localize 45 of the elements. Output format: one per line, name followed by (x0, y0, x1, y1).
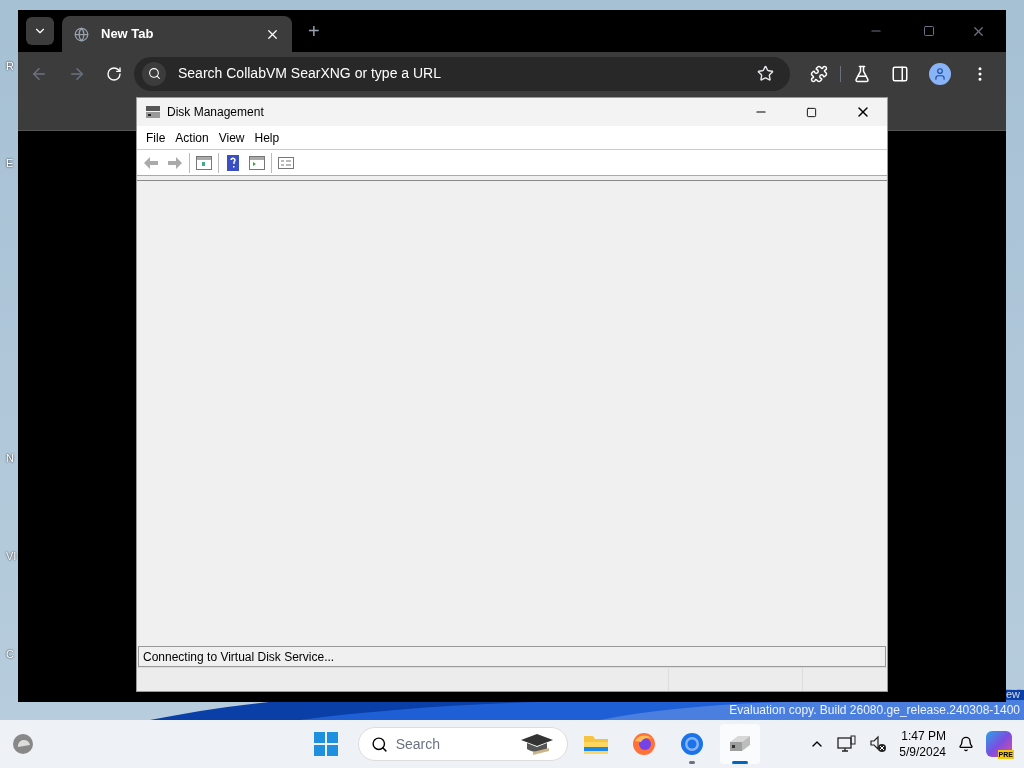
tab-title: New Tab (101, 25, 155, 44)
side-panel-icon[interactable] (891, 64, 909, 83)
search-icon (147, 67, 161, 80)
desktop-icon-label: E (6, 156, 14, 171)
status-text: Connecting to Virtual Disk Service... (143, 648, 335, 666)
address-bar[interactable]: Search CollabVM SearXNG or type a URL (134, 56, 790, 91)
date-text: 5/9/2024 (899, 744, 946, 760)
globe-icon (74, 26, 89, 42)
bell-icon[interactable] (958, 736, 974, 752)
weather-icon[interactable] (12, 733, 34, 755)
profile-avatar[interactable] (929, 62, 951, 85)
menu-item[interactable]: File (141, 128, 171, 147)
muted-speaker-icon[interactable] (869, 735, 888, 753)
folder-icon (582, 733, 609, 755)
desktop-icon-label: R (6, 59, 14, 74)
desktop-icon-label: N (6, 451, 14, 466)
network-icon[interactable] (837, 735, 858, 753)
disk-drive-icon (145, 105, 161, 119)
desktop-icon-label: C (6, 647, 14, 662)
reload-icon[interactable] (106, 65, 122, 82)
menu-item[interactable]: Help (249, 128, 285, 147)
start-icon[interactable] (313, 732, 338, 756)
new-tab-button[interactable]: + (300, 16, 328, 46)
taskbar-app[interactable] (719, 724, 760, 764)
clock[interactable]: 1:47 PM 5/9/2024 (899, 728, 946, 760)
maximize-icon[interactable] (806, 106, 817, 118)
tab-search-button[interactable] (26, 17, 54, 45)
disk-drive-icon (727, 734, 752, 754)
puzzle-icon[interactable] (810, 64, 828, 83)
watermark-text: ew (1005, 687, 1020, 702)
fox-globe-icon (631, 732, 656, 756)
flask-icon[interactable] (853, 64, 871, 83)
search-field[interactable]: Search (357, 727, 568, 761)
address-placeholder: Search CollabVM SearXNG or type a URL (178, 64, 442, 83)
window-title: Disk Management (167, 104, 265, 121)
browser-tab[interactable]: New Tab (62, 16, 292, 52)
desktop-icon-label: VI (6, 549, 17, 564)
search-placeholder: Search (395, 734, 441, 754)
time-text: 1:47 PM (901, 728, 946, 744)
chromium-icon (679, 732, 704, 756)
build-text: Evaluation copy. Build 26080.ge_release.240308-1400 (729, 702, 1020, 719)
menu-item[interactable]: View (213, 128, 250, 147)
star-icon[interactable] (757, 65, 774, 82)
menu-item[interactable]: Action (170, 128, 214, 147)
search-icon (370, 735, 388, 753)
